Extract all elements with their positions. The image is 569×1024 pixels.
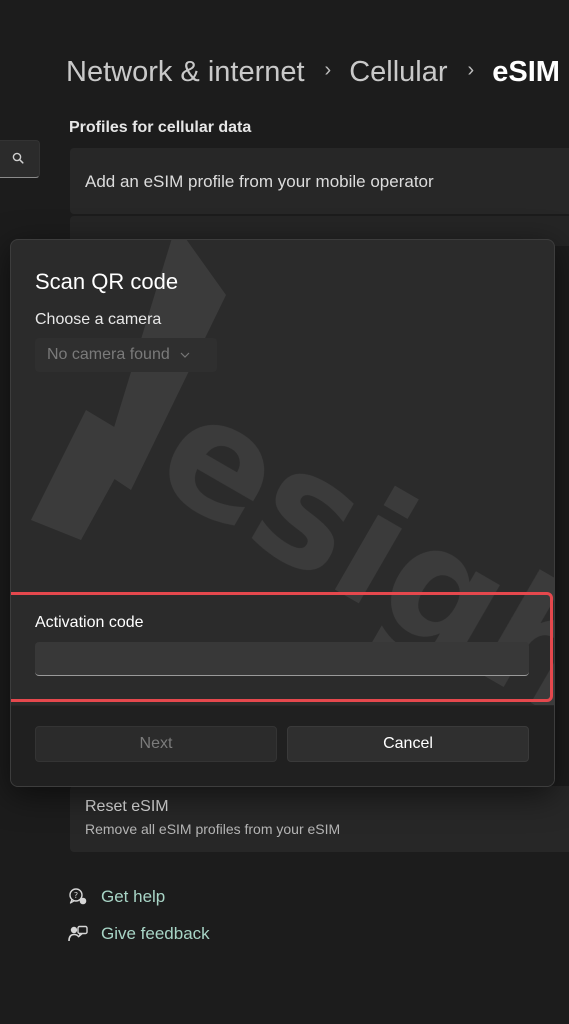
help-chat-icon: ? (69, 888, 87, 905)
chevron-down-icon (180, 352, 190, 358)
breadcrumb: Network & internet › Cellular › eSIM (66, 56, 560, 89)
svg-text:?: ? (74, 891, 78, 900)
reset-esim-subtitle: Remove all eSIM profiles from your eSIM (85, 821, 341, 837)
activation-code-label: Activation code (35, 614, 144, 631)
cancel-button[interactable]: Cancel (287, 726, 529, 762)
breadcrumb-network[interactable]: Network & internet (66, 56, 305, 89)
breadcrumb-separator: › (324, 59, 332, 81)
search-icon (12, 152, 24, 164)
section-label-profiles: Profiles for cellular data (69, 119, 252, 136)
feedback-icon (68, 925, 88, 942)
camera-label: Choose a camera (35, 311, 162, 328)
search-input[interactable] (0, 140, 40, 178)
get-help-link[interactable]: ? Get help (68, 887, 165, 907)
settings-page: Network & internet › Cellular › eSIM Pro… (0, 0, 569, 1024)
add-esim-profile-card[interactable]: Add an eSIM profile from your mobile ope… (70, 148, 569, 214)
scan-qr-dialog: esight Scan QR code Choose a camera No c… (10, 239, 555, 787)
activation-code-input[interactable] (35, 642, 529, 676)
reset-esim-title: Reset eSIM (85, 798, 169, 815)
breadcrumb-separator: › (467, 59, 475, 81)
breadcrumb-cellular[interactable]: Cellular (349, 56, 447, 89)
camera-select-value: No camera found (47, 346, 170, 363)
camera-select[interactable]: No camera found (35, 338, 217, 372)
next-button[interactable]: Next (35, 726, 277, 762)
get-help-label: Get help (101, 887, 166, 906)
breadcrumb-esim: eSIM (492, 56, 560, 88)
dialog-footer: Next Cancel (11, 705, 554, 786)
give-feedback-link[interactable]: Give feedback (68, 924, 210, 944)
reset-esim-card[interactable]: Reset eSIM Remove all eSIM profiles from… (70, 786, 569, 852)
give-feedback-label: Give feedback (101, 924, 210, 943)
add-esim-profile-text: Add an eSIM profile from your mobile ope… (85, 172, 434, 191)
dialog-title: Scan QR code (35, 269, 179, 294)
